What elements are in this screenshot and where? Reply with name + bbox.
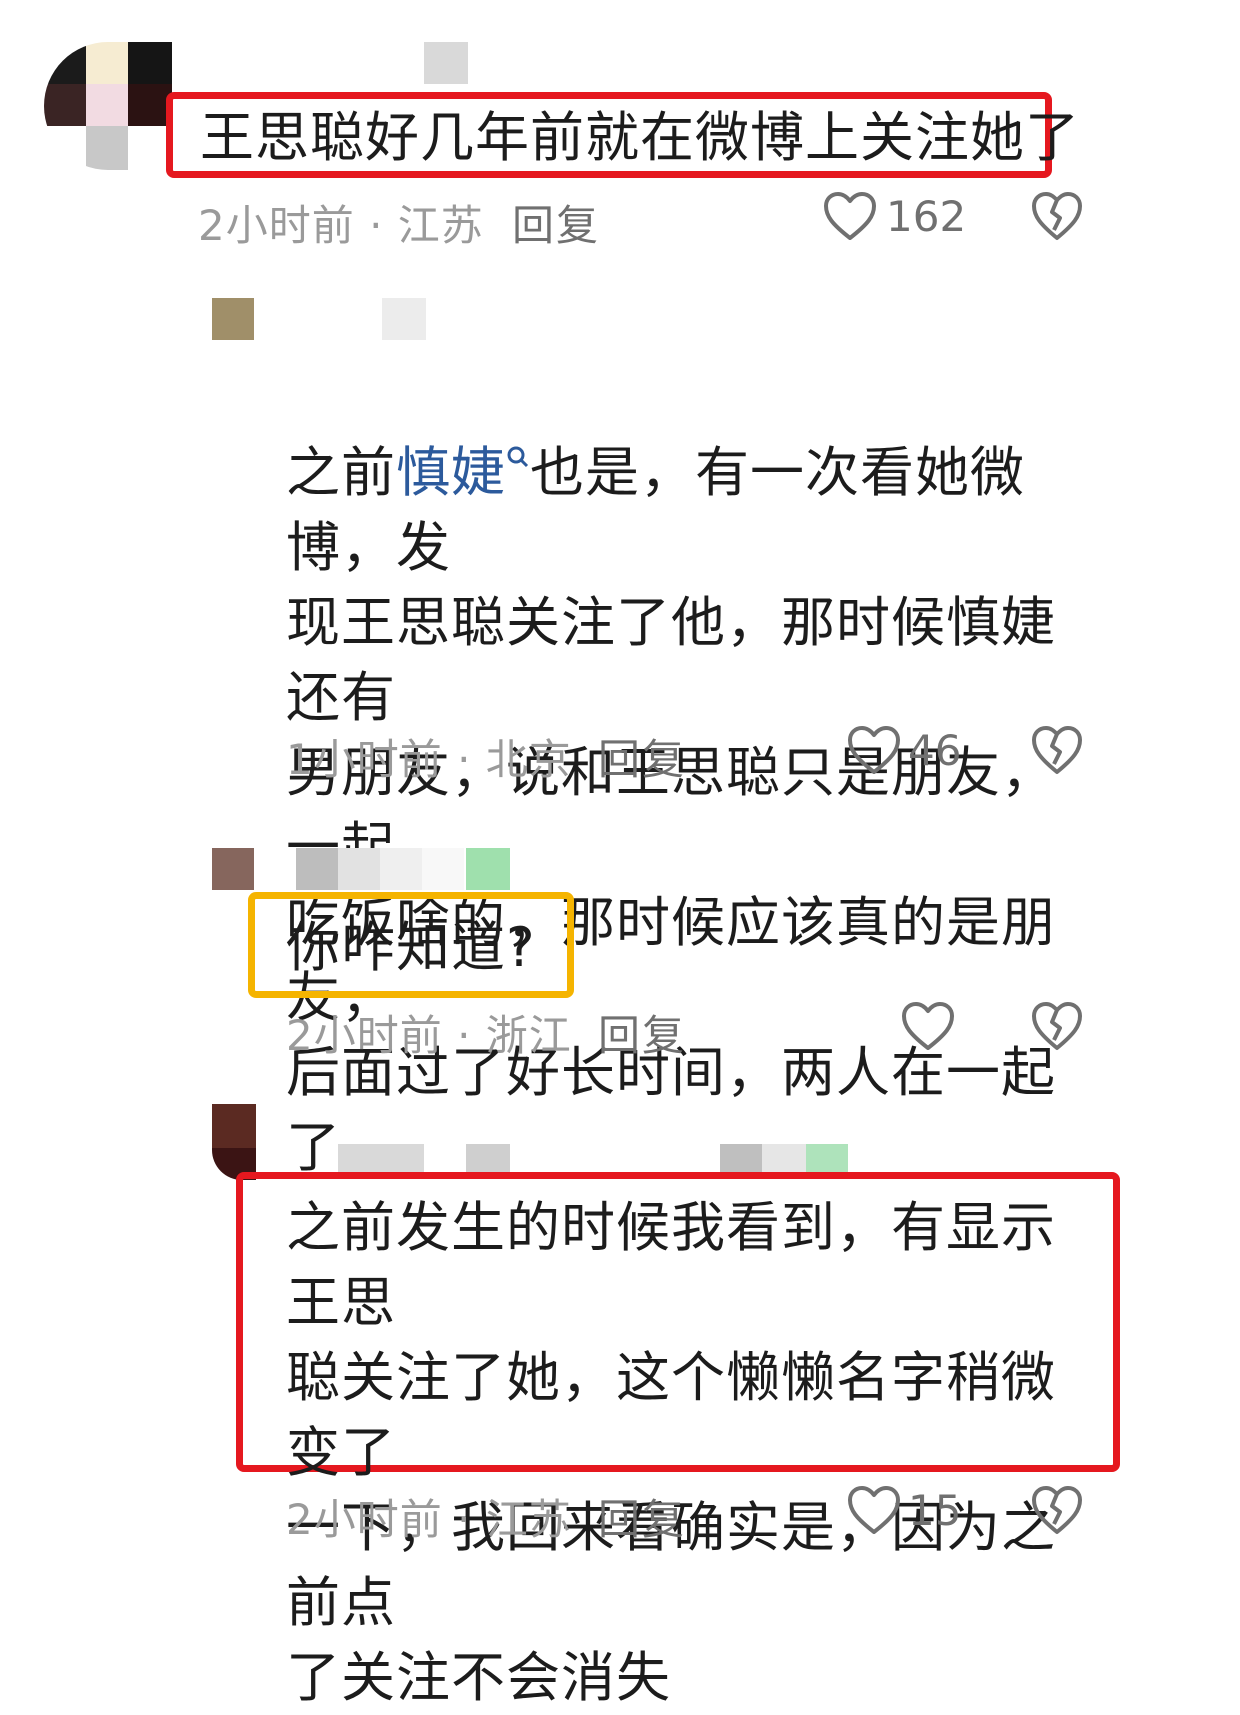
comment-region: 北京 xyxy=(485,735,572,784)
comment-meta: 2小时前 · 江苏 xyxy=(198,192,484,253)
broken-heart-icon xyxy=(1032,1486,1082,1534)
dislike-button[interactable] xyxy=(1030,190,1084,246)
comment-meta: 2小时前 · 江苏 xyxy=(286,1486,572,1547)
like-count: 15 xyxy=(908,1486,962,1535)
mention-text: 慎婕 xyxy=(396,441,506,504)
avatar[interactable] xyxy=(212,848,254,890)
reply-button[interactable]: 回复 xyxy=(598,1486,686,1547)
comment-text: 之前发生的时候我看到，有显示王思 聪关注了她，这个懒懒名字稍微变了 一下，我回来… xyxy=(286,1196,1056,1709)
comment-region: 江苏 xyxy=(485,1495,572,1544)
avatar[interactable] xyxy=(212,298,254,340)
comment-meta: 2小时前 · 浙江 xyxy=(286,1002,572,1063)
broken-heart-icon xyxy=(1032,192,1082,240)
username-blurred[interactable] xyxy=(424,42,468,84)
comment-text-rest: 也是，有一次看她微博，发 现王思聪关注了他，那时候慎婕还有 男朋友，说和王思聪只… xyxy=(286,441,1056,1179)
comment-text-start: 之前 xyxy=(286,441,396,504)
like-button[interactable] xyxy=(900,1000,956,1056)
mention-link[interactable]: 慎婕 xyxy=(396,441,530,504)
comment-text: 你咋知道? xyxy=(286,916,536,979)
like-button[interactable] xyxy=(822,190,878,246)
comment-time: 1小时前 xyxy=(286,735,443,784)
dislike-button[interactable] xyxy=(1030,724,1084,780)
username-blurred[interactable] xyxy=(338,1144,848,1174)
username-blurred[interactable] xyxy=(296,848,510,890)
like-count: 162 xyxy=(886,192,967,241)
avatar[interactable] xyxy=(44,42,172,170)
meta-separator: · xyxy=(442,735,486,784)
like-button[interactable] xyxy=(846,724,902,780)
comment-meta: 1小时前 · 北京 xyxy=(286,726,572,787)
broken-heart-icon xyxy=(1032,726,1082,774)
search-icon xyxy=(507,446,529,468)
heart-icon xyxy=(902,1002,954,1050)
dislike-button[interactable] xyxy=(1030,1000,1084,1056)
comment-region: 江苏 xyxy=(397,201,484,250)
avatar[interactable] xyxy=(212,1104,256,1180)
meta-separator: · xyxy=(442,1495,486,1544)
heart-icon xyxy=(848,726,900,774)
reply-button[interactable]: 回复 xyxy=(512,192,600,253)
dislike-button[interactable] xyxy=(1030,1484,1084,1540)
reply-button[interactable]: 回复 xyxy=(598,1002,686,1063)
comment-text: 王思聪好几年前就在微博上关注她了 xyxy=(200,106,1080,169)
heart-icon xyxy=(848,1486,900,1534)
heart-icon xyxy=(824,192,876,240)
meta-separator: · xyxy=(354,201,398,250)
comment-time: 2小时前 xyxy=(286,1495,443,1544)
broken-heart-icon xyxy=(1032,1002,1082,1050)
comment-region: 浙江 xyxy=(485,1011,572,1060)
username-blurred[interactable] xyxy=(382,298,426,340)
like-button[interactable] xyxy=(846,1484,902,1540)
reply-button[interactable]: 回复 xyxy=(598,726,686,787)
meta-separator: · xyxy=(442,1011,486,1060)
like-count: 46 xyxy=(908,726,962,775)
comment-time: 2小时前 xyxy=(286,1011,443,1060)
comment-time: 2小时前 xyxy=(198,201,355,250)
